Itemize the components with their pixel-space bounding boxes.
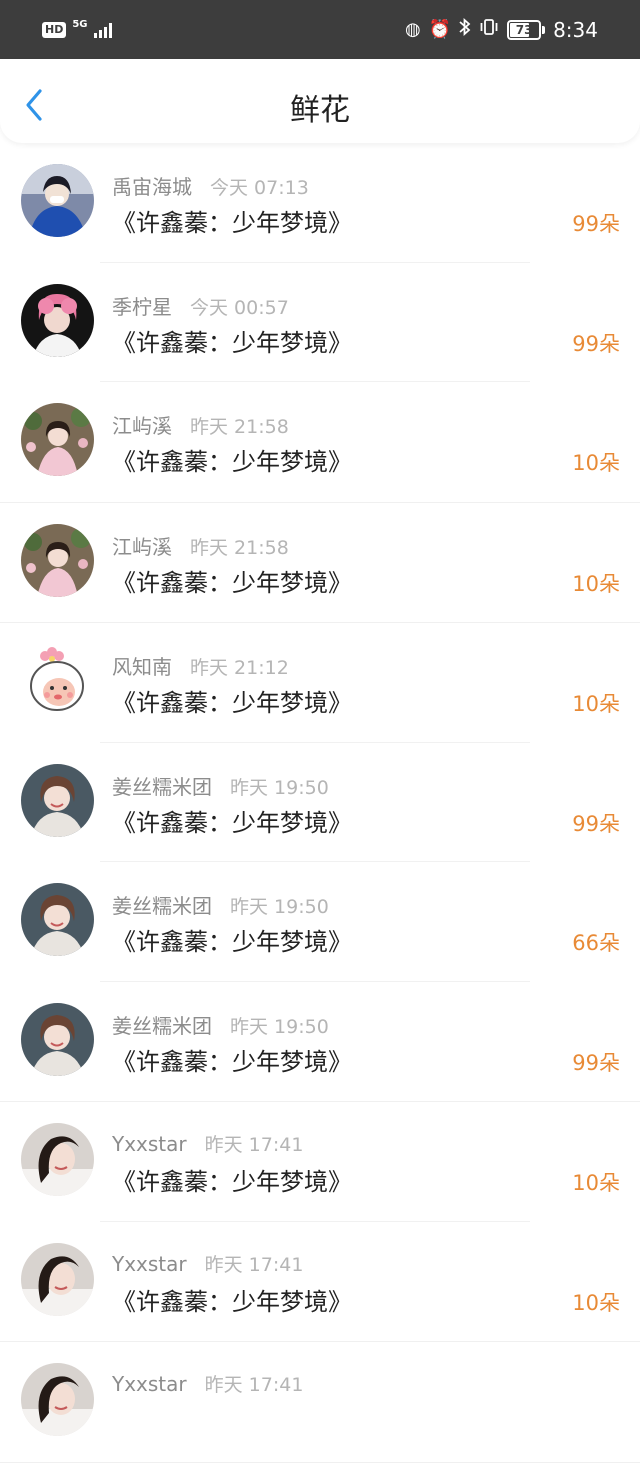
book-title[interactable]: 《许鑫蓁：少年梦境》: [112, 1042, 352, 1077]
record-time: 昨天 21:58: [190, 536, 289, 559]
page-header: 鲜花: [0, 59, 640, 143]
record-meta: Yxxstar 昨天 17:41: [112, 1370, 303, 1397]
record-time: 昨天 17:41: [204, 1253, 304, 1276]
flower-amount: 99朵: [572, 212, 620, 236]
user-avatar[interactable]: [21, 283, 94, 357]
record-time: 昨天 21:12: [190, 657, 289, 679]
user-avatar[interactable]: [21, 164, 94, 237]
record-time: 昨天 21:58: [190, 416, 289, 438]
record-meta: 江屿溪 昨天 21:58: [112, 410, 289, 439]
user-name[interactable]: 姜丝糯米团: [112, 890, 212, 919]
book-title[interactable]: 《许鑫蓁：少年梦境》: [112, 442, 352, 477]
flower-amount: 10朵: [572, 692, 620, 716]
record-time: 昨天 17:41: [204, 1134, 304, 1156]
book-title[interactable]: 《许鑫蓁：少年梦境》: [112, 323, 352, 358]
book-title[interactable]: 《许鑫蓁：少年梦境》: [112, 203, 352, 238]
flower-record-row[interactable]: 江屿溪 昨天 21:58 《许鑫蓁：少年梦境》 10朵: [0, 382, 640, 503]
user-avatar[interactable]: [21, 1363, 94, 1436]
user-avatar[interactable]: [21, 403, 94, 476]
user-name[interactable]: 季柠星: [112, 291, 172, 320]
flower-amount: 99朵: [572, 811, 620, 836]
user-name[interactable]: Yxxstar: [112, 1132, 187, 1156]
record-time: 昨天 19:50: [230, 896, 329, 918]
book-title[interactable]: 《许鑫蓁：少年梦境》: [112, 1282, 352, 1317]
user-name[interactable]: 姜丝糯米团: [112, 771, 212, 800]
record-time: 今天 07:13: [210, 177, 309, 199]
book-title[interactable]: 《许鑫蓁：少年梦境》: [112, 803, 352, 838]
vibrate-icon: [479, 17, 499, 43]
flower-record-row[interactable]: Yxxstar 昨天 17:41: [0, 1342, 640, 1463]
user-name[interactable]: 姜丝糯米团: [112, 1010, 212, 1039]
user-name[interactable]: Yxxstar: [112, 1252, 187, 1276]
book-title[interactable]: 《许鑫蓁：少年梦境》: [112, 922, 352, 957]
user-avatar[interactable]: [21, 1002, 94, 1076]
record-time: 昨天 19:50: [230, 1015, 329, 1038]
user-name[interactable]: Yxxstar: [112, 1372, 187, 1396]
status-left: HD 5G: [42, 19, 112, 38]
user-avatar[interactable]: [21, 883, 94, 956]
flower-record-row[interactable]: 姜丝糯米团 昨天 19:50 《许鑫蓁：少年梦境》 99朵: [0, 743, 640, 862]
record-meta: 姜丝糯米团 昨天 19:50: [112, 771, 329, 800]
record-meta: 姜丝糯米团 昨天 19:50: [112, 890, 329, 919]
bluetooth-icon: [459, 17, 471, 43]
flower-record-row[interactable]: 季柠星 今天 00:57 《许鑫蓁：少年梦境》 99朵: [0, 263, 640, 382]
record-time: 昨天 17:41: [204, 1374, 304, 1396]
page-title: 鲜花: [290, 93, 350, 128]
data-saver-icon: ◍: [404, 19, 421, 40]
status-bar: HD 5G ◍ ⏰ 73 8:34: [0, 0, 640, 59]
record-meta: 风知南 昨天 21:12: [112, 651, 289, 680]
user-name[interactable]: 禹宙海城: [112, 171, 192, 200]
user-avatar[interactable]: [21, 1123, 94, 1196]
book-title[interactable]: 《许鑫蓁：少年梦境》: [112, 563, 352, 598]
flower-record-row[interactable]: 风知南 昨天 21:12 《许鑫蓁：少年梦境》 10朵: [0, 623, 640, 743]
alarm-icon: ⏰: [428, 19, 452, 40]
record-meta: 季柠星 今天 00:57: [112, 291, 289, 320]
flower-amount: 66朵: [572, 931, 620, 955]
record-time: 昨天 19:50: [230, 776, 329, 799]
flower-record-row[interactable]: 禹宙海城 今天 07:13 《许鑫蓁：少年梦境》 99朵: [0, 143, 640, 263]
user-avatar[interactable]: [21, 1242, 94, 1316]
flower-record-row[interactable]: Yxxstar 昨天 17:41 《许鑫蓁：少年梦境》 10朵: [0, 1222, 640, 1342]
flower-record-row[interactable]: 姜丝糯米团 昨天 19:50 《许鑫蓁：少年梦境》 66朵: [0, 862, 640, 982]
flower-amount: 99朵: [572, 331, 620, 356]
signal-icon: [93, 22, 112, 38]
record-meta: Yxxstar 昨天 17:41: [112, 1130, 303, 1157]
flower-amount: 10朵: [572, 1290, 620, 1315]
record-time: 今天 00:57: [190, 296, 289, 319]
user-avatar[interactable]: [21, 644, 94, 717]
record-meta: 禹宙海城 今天 07:13: [112, 171, 309, 200]
flower-record-row[interactable]: Yxxstar 昨天 17:41 《许鑫蓁：少年梦境》 10朵: [0, 1102, 640, 1222]
clock: 8:34: [553, 18, 598, 42]
record-meta: 姜丝糯米团 昨天 19:50: [112, 1010, 329, 1039]
flower-record-row[interactable]: 姜丝糯米团 昨天 19:50 《许鑫蓁：少年梦境》 99朵: [0, 982, 640, 1102]
battery-level: 73: [515, 23, 533, 37]
user-name[interactable]: 风知南: [112, 651, 172, 680]
record-meta: Yxxstar 昨天 17:41: [112, 1250, 303, 1277]
flower-amount: 10朵: [572, 1171, 620, 1195]
status-right: ◍ ⏰ 73 8:34: [405, 17, 598, 43]
flower-amount: 10朵: [572, 571, 620, 596]
flower-amount: 10朵: [572, 451, 620, 475]
user-name[interactable]: 江屿溪: [112, 531, 172, 560]
flower-record-list: 禹宙海城 今天 07:13 《许鑫蓁：少年梦境》 99朵 季柠星 今天 00:57 《许鑫蓁…: [0, 143, 640, 1463]
user-name[interactable]: 江屿溪: [112, 410, 172, 439]
record-meta: 江屿溪 昨天 21:58: [112, 531, 289, 560]
user-avatar[interactable]: [21, 763, 94, 837]
battery-icon: 73: [507, 20, 542, 40]
flower-record-row[interactable]: 江屿溪 昨天 21:58 《许鑫蓁：少年梦境》 10朵: [0, 503, 640, 623]
flower-amount: 99朵: [572, 1050, 620, 1075]
user-avatar[interactable]: [21, 523, 94, 597]
book-title[interactable]: 《许鑫蓁：少年梦境》: [112, 1162, 352, 1197]
book-title[interactable]: 《许鑫蓁：少年梦境》: [112, 683, 352, 718]
network-type: 5G: [72, 19, 88, 30]
hd-badge: HD: [42, 22, 67, 38]
